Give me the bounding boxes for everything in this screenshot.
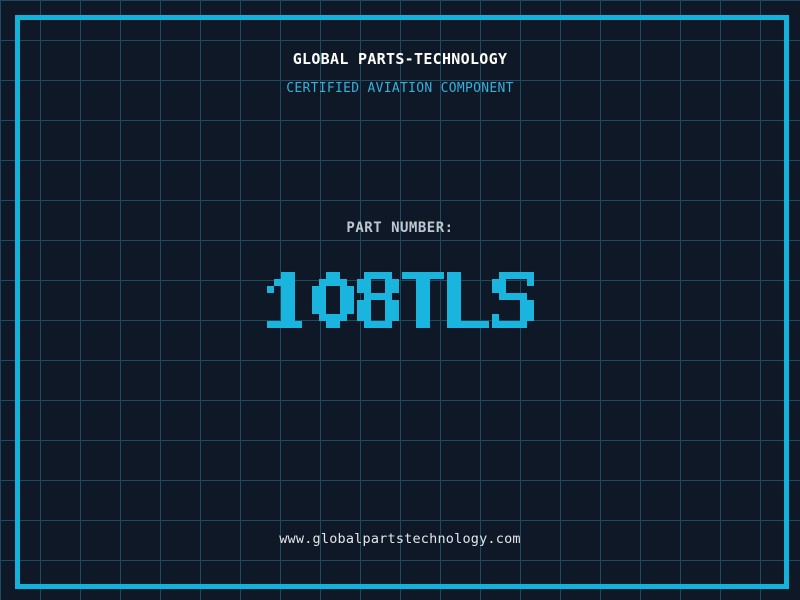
part-number-glyph <box>266 272 309 328</box>
website-url: www.globalpartstechnology.com <box>279 531 521 547</box>
part-number-glyph <box>491 272 534 328</box>
certificate-page: { "header": { "title": "GLOBAL PARTS-TEC… <box>0 0 800 600</box>
part-number-display <box>0 272 800 328</box>
part-number-glyph <box>356 272 399 328</box>
company-title: GLOBAL PARTS-TECHNOLOGY <box>292 50 508 68</box>
part-number-glyph <box>311 272 354 328</box>
part-number-glyph <box>401 272 444 328</box>
part-number-label: PART NUMBER: <box>346 220 454 236</box>
part-number-glyph <box>446 272 489 328</box>
certification-subtitle: CERTIFIED AVIATION COMPONENT <box>286 81 514 96</box>
